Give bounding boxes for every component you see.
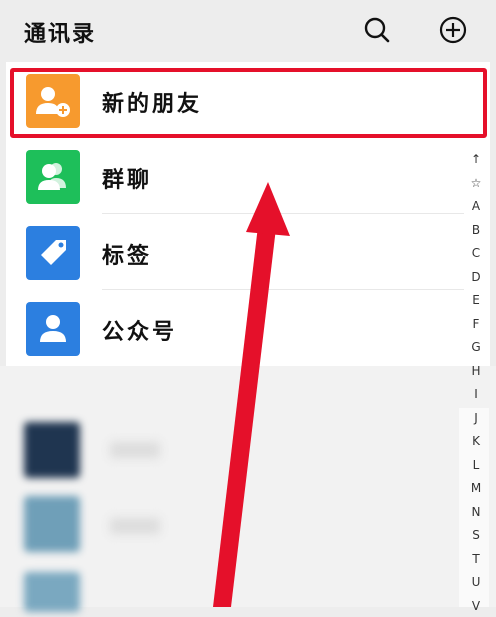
annotation-arrow xyxy=(213,182,290,607)
